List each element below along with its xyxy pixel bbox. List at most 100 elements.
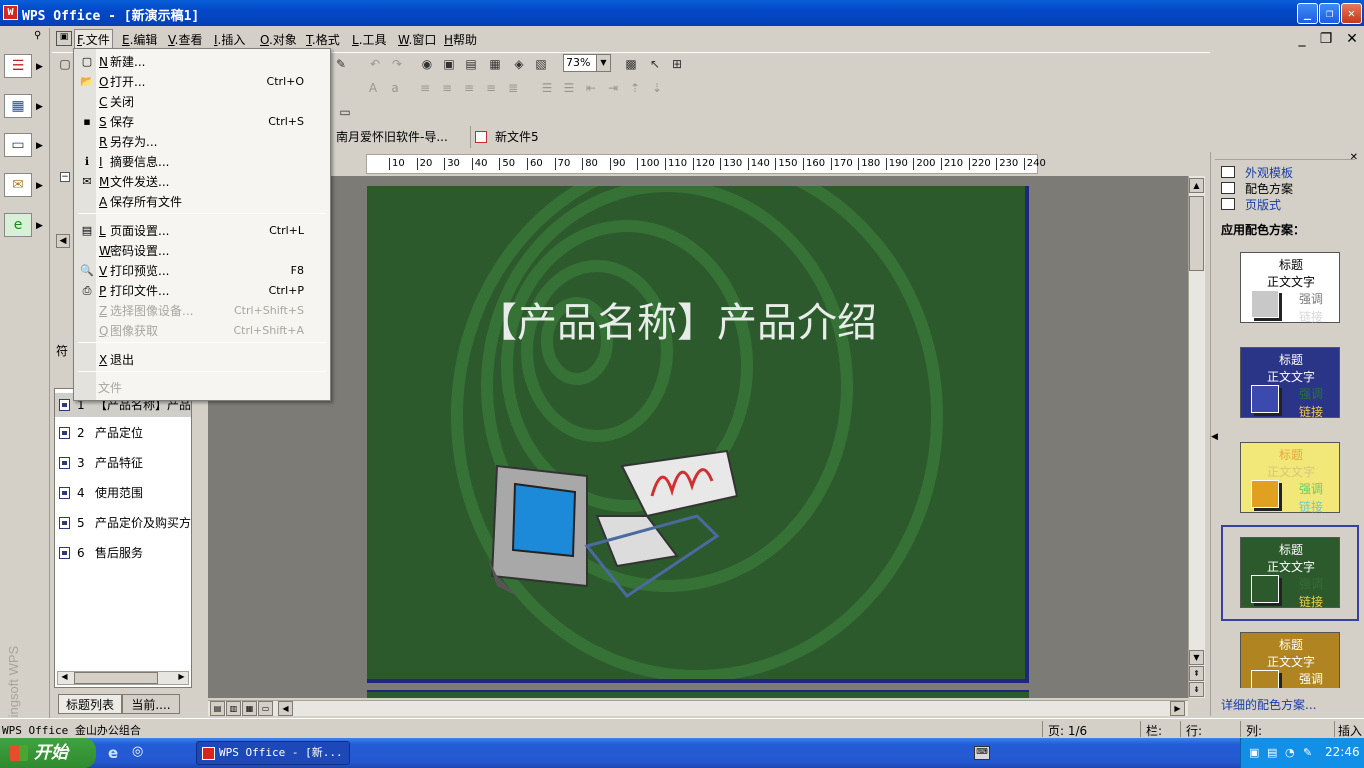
scroll-left-icon[interactable]: ◀ — [278, 701, 293, 716]
object-icon[interactable]: ◈ — [510, 55, 528, 73]
vertical-scrollbar[interactable]: ▲ ▼ ⇞ ⇟ — [1188, 176, 1205, 698]
list-item[interactable]: 4 使用范围 — [55, 481, 191, 505]
next-page-icon[interactable]: ⇟ — [1189, 682, 1204, 697]
launcher-arrow-icon[interactable]: ▶ — [36, 141, 43, 151]
menu-edit[interactable]: E.编辑 — [120, 31, 159, 48]
menu-insert[interactable]: I.插入 — [212, 31, 247, 48]
list-item[interactable]: 3 产品特征 — [55, 451, 191, 475]
quicklaunch-icon[interactable]: ◎ — [132, 744, 150, 762]
tab-title-list[interactable]: 标题列表 — [58, 694, 122, 714]
tab-current[interactable]: 当前.... — [122, 694, 180, 714]
scroll-left-icon[interactable]: ◀ — [56, 234, 70, 248]
menu-item-close[interactable]: C 关闭 — [74, 92, 330, 112]
computer-clipart[interactable] — [477, 436, 747, 606]
link-more-schemes[interactable]: 详细的配色方案... — [1221, 696, 1316, 713]
menu-window[interactable]: W.窗口 — [396, 31, 438, 48]
align-center-icon[interactable]: ≡ — [438, 79, 456, 97]
image-icon[interactable]: ▣ — [440, 55, 458, 73]
frame-icon[interactable]: ▧ — [532, 55, 550, 73]
outline-view-icon[interactable]: ▥ — [226, 701, 241, 716]
color-scheme-swatch[interactable]: 标题 正文文字 强调 链接 — [1240, 537, 1340, 609]
close-icon[interactable]: ✕ — [1350, 152, 1358, 163]
close-button[interactable]: ✕ — [1341, 3, 1362, 24]
doc-restore-button[interactable]: ❐ — [1316, 30, 1336, 48]
tab-new-file[interactable]: 新文件5 — [470, 126, 539, 148]
launcher-arrow-icon[interactable]: ▶ — [36, 62, 43, 72]
pane-collapse-icon[interactable]: ◀ — [1211, 432, 1218, 442]
doc-close-button[interactable]: ✕ — [1342, 30, 1362, 48]
scroll-left-icon[interactable]: ◀ — [58, 672, 71, 684]
slideshow-view-icon[interactable]: ▭ — [258, 701, 273, 716]
list-item[interactable]: 5 产品定价及购买方 — [55, 511, 191, 535]
menu-object[interactable]: O.对象 — [258, 31, 299, 48]
properties-icon[interactable]: ▩ — [622, 55, 640, 73]
volume-icon[interactable]: ◔ — [1285, 746, 1295, 759]
line-up-icon[interactable]: ⇡ — [626, 79, 644, 97]
bullets-icon[interactable]: ☰ — [538, 79, 556, 97]
color-scheme-swatch[interactable]: 标题 正文文字 强调 链接 — [1240, 252, 1340, 324]
slide-canvas[interactable]: 【产品名称】产品介绍 — [367, 186, 1029, 683]
network-icon[interactable]: ▣ — [1249, 746, 1259, 759]
color-scheme-swatch[interactable]: 标题 正文文字 强调 链接 — [1240, 347, 1340, 419]
collapse-icon[interactable]: − — [60, 172, 70, 182]
sorter-view-icon[interactable]: ▦ — [242, 701, 257, 716]
list-item[interactable]: 2 产品定位 — [55, 421, 191, 445]
menu-item-save-as[interactable]: R 另存为... — [74, 132, 330, 152]
security-icon[interactable]: ✎ — [1303, 746, 1312, 759]
normal-view-icon[interactable]: ▤ — [210, 701, 225, 716]
menu-item-new[interactable]: ▢ N 新建... — [74, 52, 330, 72]
minimize-button[interactable]: _ — [1297, 3, 1318, 24]
link-layout[interactable]: 页版式 — [1245, 196, 1281, 213]
menu-item-send-file[interactable]: ✉ M 文件发送... — [74, 172, 330, 192]
table-icon[interactable]: ▦ — [486, 55, 504, 73]
font-grow-icon[interactable]: A — [364, 79, 382, 97]
select-icon[interactable]: ⊞ — [668, 55, 686, 73]
slideshow-icon[interactable]: ▭ — [336, 103, 354, 121]
list-item[interactable]: 6 售后服务 — [55, 541, 191, 565]
align-left-icon[interactable]: ≡ — [416, 79, 434, 97]
scroll-thumb[interactable] — [74, 672, 158, 684]
menu-view[interactable]: V.查看 — [166, 31, 205, 48]
menu-tools[interactable]: L.工具 — [350, 31, 389, 48]
menu-item-select-device[interactable]: Z 选择图像设备... Ctrl+Shift+S — [74, 301, 330, 321]
menu-item-print-preview[interactable]: 🔍 V 打印预览... F8 — [74, 261, 330, 281]
wps-writer-icon[interactable]: ☰ — [4, 54, 32, 78]
prev-page-icon[interactable]: ⇞ — [1189, 666, 1204, 681]
scroll-thumb[interactable] — [1189, 196, 1204, 271]
menu-item-save[interactable]: ▪ S 保存 Ctrl+S — [74, 112, 330, 132]
launcher-arrow-icon[interactable]: ▶ — [36, 102, 43, 112]
align-right-icon[interactable]: ≡ — [460, 79, 478, 97]
menu-item-acquire-image[interactable]: Q 图像获取 Ctrl+Shift+A — [74, 321, 330, 341]
tray-app-icon[interactable]: ▤ — [1267, 746, 1277, 759]
start-button[interactable]: 开始 — [0, 738, 96, 768]
menu-item-exit[interactable]: X 退出 — [74, 350, 330, 370]
scroll-right-icon[interactable]: ▶ — [175, 672, 188, 684]
outline-hscroll[interactable]: ◀ ▶ — [57, 671, 189, 685]
color-scheme-swatch[interactable]: 标题 正文文字 强调 链接 — [1240, 442, 1340, 514]
keyboard-icon[interactable]: ⌨ — [974, 746, 990, 760]
chart-icon[interactable]: ▤ — [462, 55, 480, 73]
menu-item-password[interactable]: W 密码设置... — [74, 241, 330, 261]
dictionary-icon[interactable]: e — [4, 213, 32, 237]
maximize-button[interactable]: ❐ — [1319, 3, 1340, 24]
doc-minimize-button[interactable]: _ — [1292, 30, 1312, 48]
chevron-down-icon[interactable]: ▼ — [596, 55, 610, 71]
scroll-up-icon[interactable]: ▲ — [1189, 178, 1204, 193]
launcher-arrow-icon[interactable]: ▶ — [36, 221, 43, 231]
link-color-scheme[interactable]: 配色方案 — [1245, 180, 1293, 197]
outdent-icon[interactable]: ⇤ — [582, 79, 600, 97]
presentation-icon[interactable]: ▭ — [4, 133, 32, 157]
line-down-icon[interactable]: ⇣ — [648, 79, 666, 97]
indent-icon[interactable]: ⇥ — [604, 79, 622, 97]
menu-item-print[interactable]: ⎙ P 打印文件... Ctrl+P — [74, 281, 330, 301]
spreadsheet-icon[interactable]: ▦ — [4, 94, 32, 118]
pointer-icon[interactable]: ↖ — [646, 55, 664, 73]
numbering-icon[interactable]: ☰ — [560, 79, 578, 97]
scroll-down-icon[interactable]: ▼ — [1189, 650, 1204, 665]
menu-file[interactable]: F.文件 — [74, 29, 113, 50]
color-scheme-swatch[interactable]: 标题 正文文字 强调 — [1240, 632, 1340, 688]
pen-icon[interactable]: ✎ — [332, 55, 350, 73]
redo-icon[interactable]: ↷ — [388, 55, 406, 73]
font-shrink-icon[interactable]: a — [386, 79, 404, 97]
pane-grip[interactable] — [1215, 152, 1355, 160]
